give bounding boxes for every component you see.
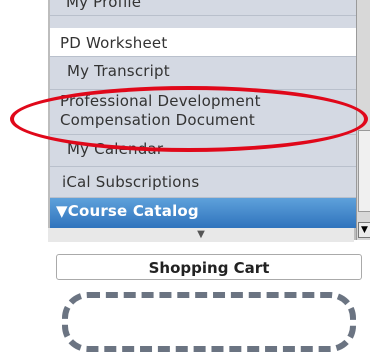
sidebar-item-course-catalog[interactable]: ▼Course Catalog [50, 198, 356, 228]
highlight-annotation [10, 86, 368, 152]
shopping-cart-header[interactable]: Shopping Cart [56, 254, 362, 280]
sidebar-item-ical-subscriptions[interactable]: iCal Subscriptions [50, 167, 356, 198]
collapse-toggle[interactable]: ▼ [48, 228, 354, 242]
scroll-down-arrow-icon[interactable]: ▼ [358, 222, 370, 238]
shopping-cart-drop-zone [62, 292, 356, 352]
scrollbar-thumb[interactable] [358, 130, 370, 212]
sidebar-panel: My Profile PD Worksheet My Transcript Pr… [48, 0, 370, 352]
chevron-down-icon: ▼ [197, 229, 205, 240]
sidebar-item-pd-worksheet[interactable]: PD Worksheet [50, 28, 356, 57]
sidebar-item-my-profile[interactable]: My Profile [50, 0, 356, 16]
sidebar-item-my-transcript[interactable]: My Transcript [50, 57, 356, 90]
left-margin [0, 0, 48, 320]
